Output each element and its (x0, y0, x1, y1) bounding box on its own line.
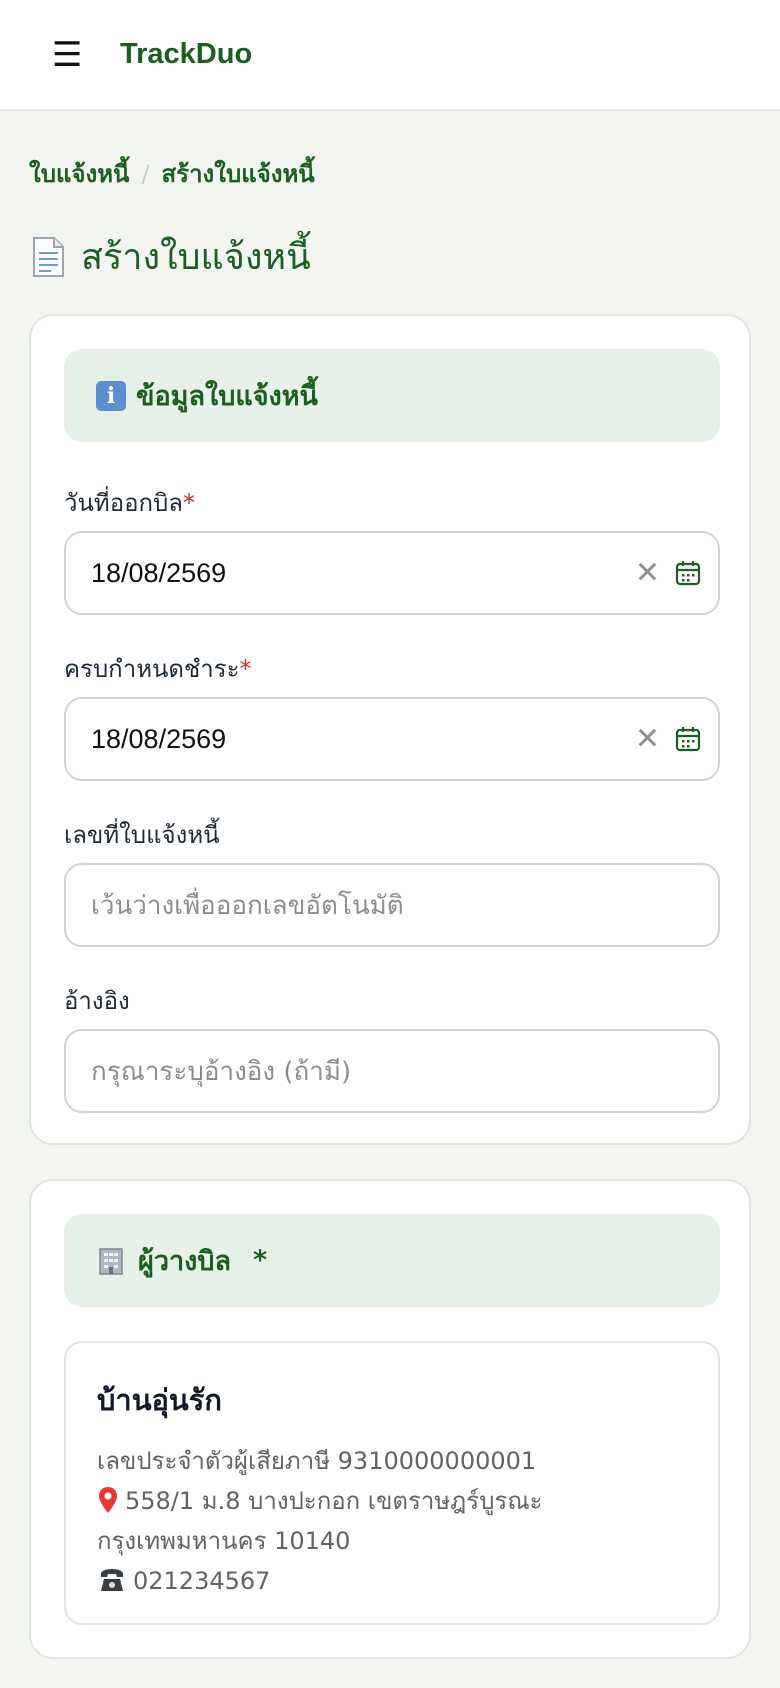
invoice-number-label: เลขที่ใบแจ้งหนี้ (64, 821, 220, 849)
clear-icon[interactable]: ✕ (635, 722, 660, 757)
invoice-number-placeholder: เว้นว่างเพื่อออกเลขอัตโนมัติ (91, 890, 404, 921)
reference-input[interactable]: กรุณาระบุอ้างอิง (ถ้ามี) (64, 1029, 720, 1113)
issue-date-label: วันที่ออกบิล* (64, 483, 195, 522)
invoice-info-card: i ข้อมูลใบแจ้งหนี้ วันที่ออกบิล* 18/08/2… (29, 314, 751, 1145)
biller-title: ผู้วางบิล (138, 1246, 232, 1277)
biller-address-line2: กรุงเทพมหานคร 10140 (97, 1527, 351, 1555)
invoice-info-header: i ข้อมูลใบแจ้งหนี้ (64, 349, 720, 442)
breadcrumb: ใบแจ้งหนี้ / สร้างใบแจ้งหนี้ (29, 154, 315, 193)
biller-header: ผู้วางบิล * (64, 1214, 720, 1307)
biller-phone: 021234567 (133, 1567, 271, 1595)
biller-card: ผู้วางบิล * บ้านอุ่นรัก เลขประจำตัวผู้เส… (29, 1179, 751, 1659)
biller-phone-row: 021234567 (97, 1561, 718, 1601)
calendar-icon[interactable] (674, 559, 702, 587)
breadcrumb-invoices-link[interactable]: ใบแจ้งหนี้ (29, 154, 129, 193)
clear-icon[interactable]: ✕ (635, 556, 660, 591)
biller-address-line1: 558/1 ม.8 บางปะกอก เขตราษฎร์บูรณะ (125, 1487, 543, 1515)
biller-name: บ้านอุ่นรัก (97, 1383, 222, 1417)
page-title: สร้างใบแจ้งหนี้ (29, 228, 311, 285)
phone-icon (101, 1569, 123, 1591)
reference-label: อ้างอิง (64, 987, 130, 1015)
brand-logo[interactable]: TrackDuo (120, 38, 252, 71)
page-title-text: สร้างใบแจ้งหนี้ (81, 237, 311, 278)
location-pin-icon (99, 1487, 117, 1513)
due-date-value: 18/08/2569 (91, 723, 227, 754)
due-date-label: ครบกำหนดชำระ* (64, 649, 252, 688)
breadcrumb-current: สร้างใบแจ้งหนี้ (161, 160, 315, 188)
required-mark: * (183, 489, 196, 517)
calendar-icon[interactable] (674, 725, 702, 753)
hamburger-icon[interactable]: ☰ (52, 38, 84, 72)
issue-date-input[interactable]: 18/08/2569 ✕ (64, 531, 720, 615)
document-icon (33, 236, 64, 277)
info-icon: i (96, 380, 126, 411)
reference-placeholder: กรุณาระบุอ้างอิง (ถ้ามี) (91, 1056, 352, 1087)
invoice-number-input[interactable]: เว้นว่างเพื่อออกเลขอัตโนมัติ (64, 863, 720, 947)
top-bar: ☰ TrackDuo (0, 0, 780, 111)
biller-tax-id: เลขประจำตัวผู้เสียภาษี 9310000000001 (97, 1447, 537, 1475)
due-date-label-text: ครบกำหนดชำระ (64, 655, 240, 683)
biller-info-box[interactable]: บ้านอุ่นรัก เลขประจำตัวผู้เสียภาษี 93100… (64, 1341, 720, 1625)
invoice-info-title: ข้อมูลใบแจ้งหนี้ (136, 381, 318, 412)
biller-address-line1-row: 558/1 ม.8 บางปะกอก เขตราษฎร์บูรณะ (97, 1481, 718, 1521)
required-mark: * (239, 655, 252, 683)
issue-date-label-text: วันที่ออกบิล (64, 489, 184, 517)
issue-date-value: 18/08/2569 (91, 557, 227, 588)
building-icon (99, 1247, 123, 1275)
breadcrumb-separator: / (141, 159, 150, 188)
required-mark: * (253, 1245, 268, 1276)
due-date-input[interactable]: 18/08/2569 ✕ (64, 697, 720, 781)
